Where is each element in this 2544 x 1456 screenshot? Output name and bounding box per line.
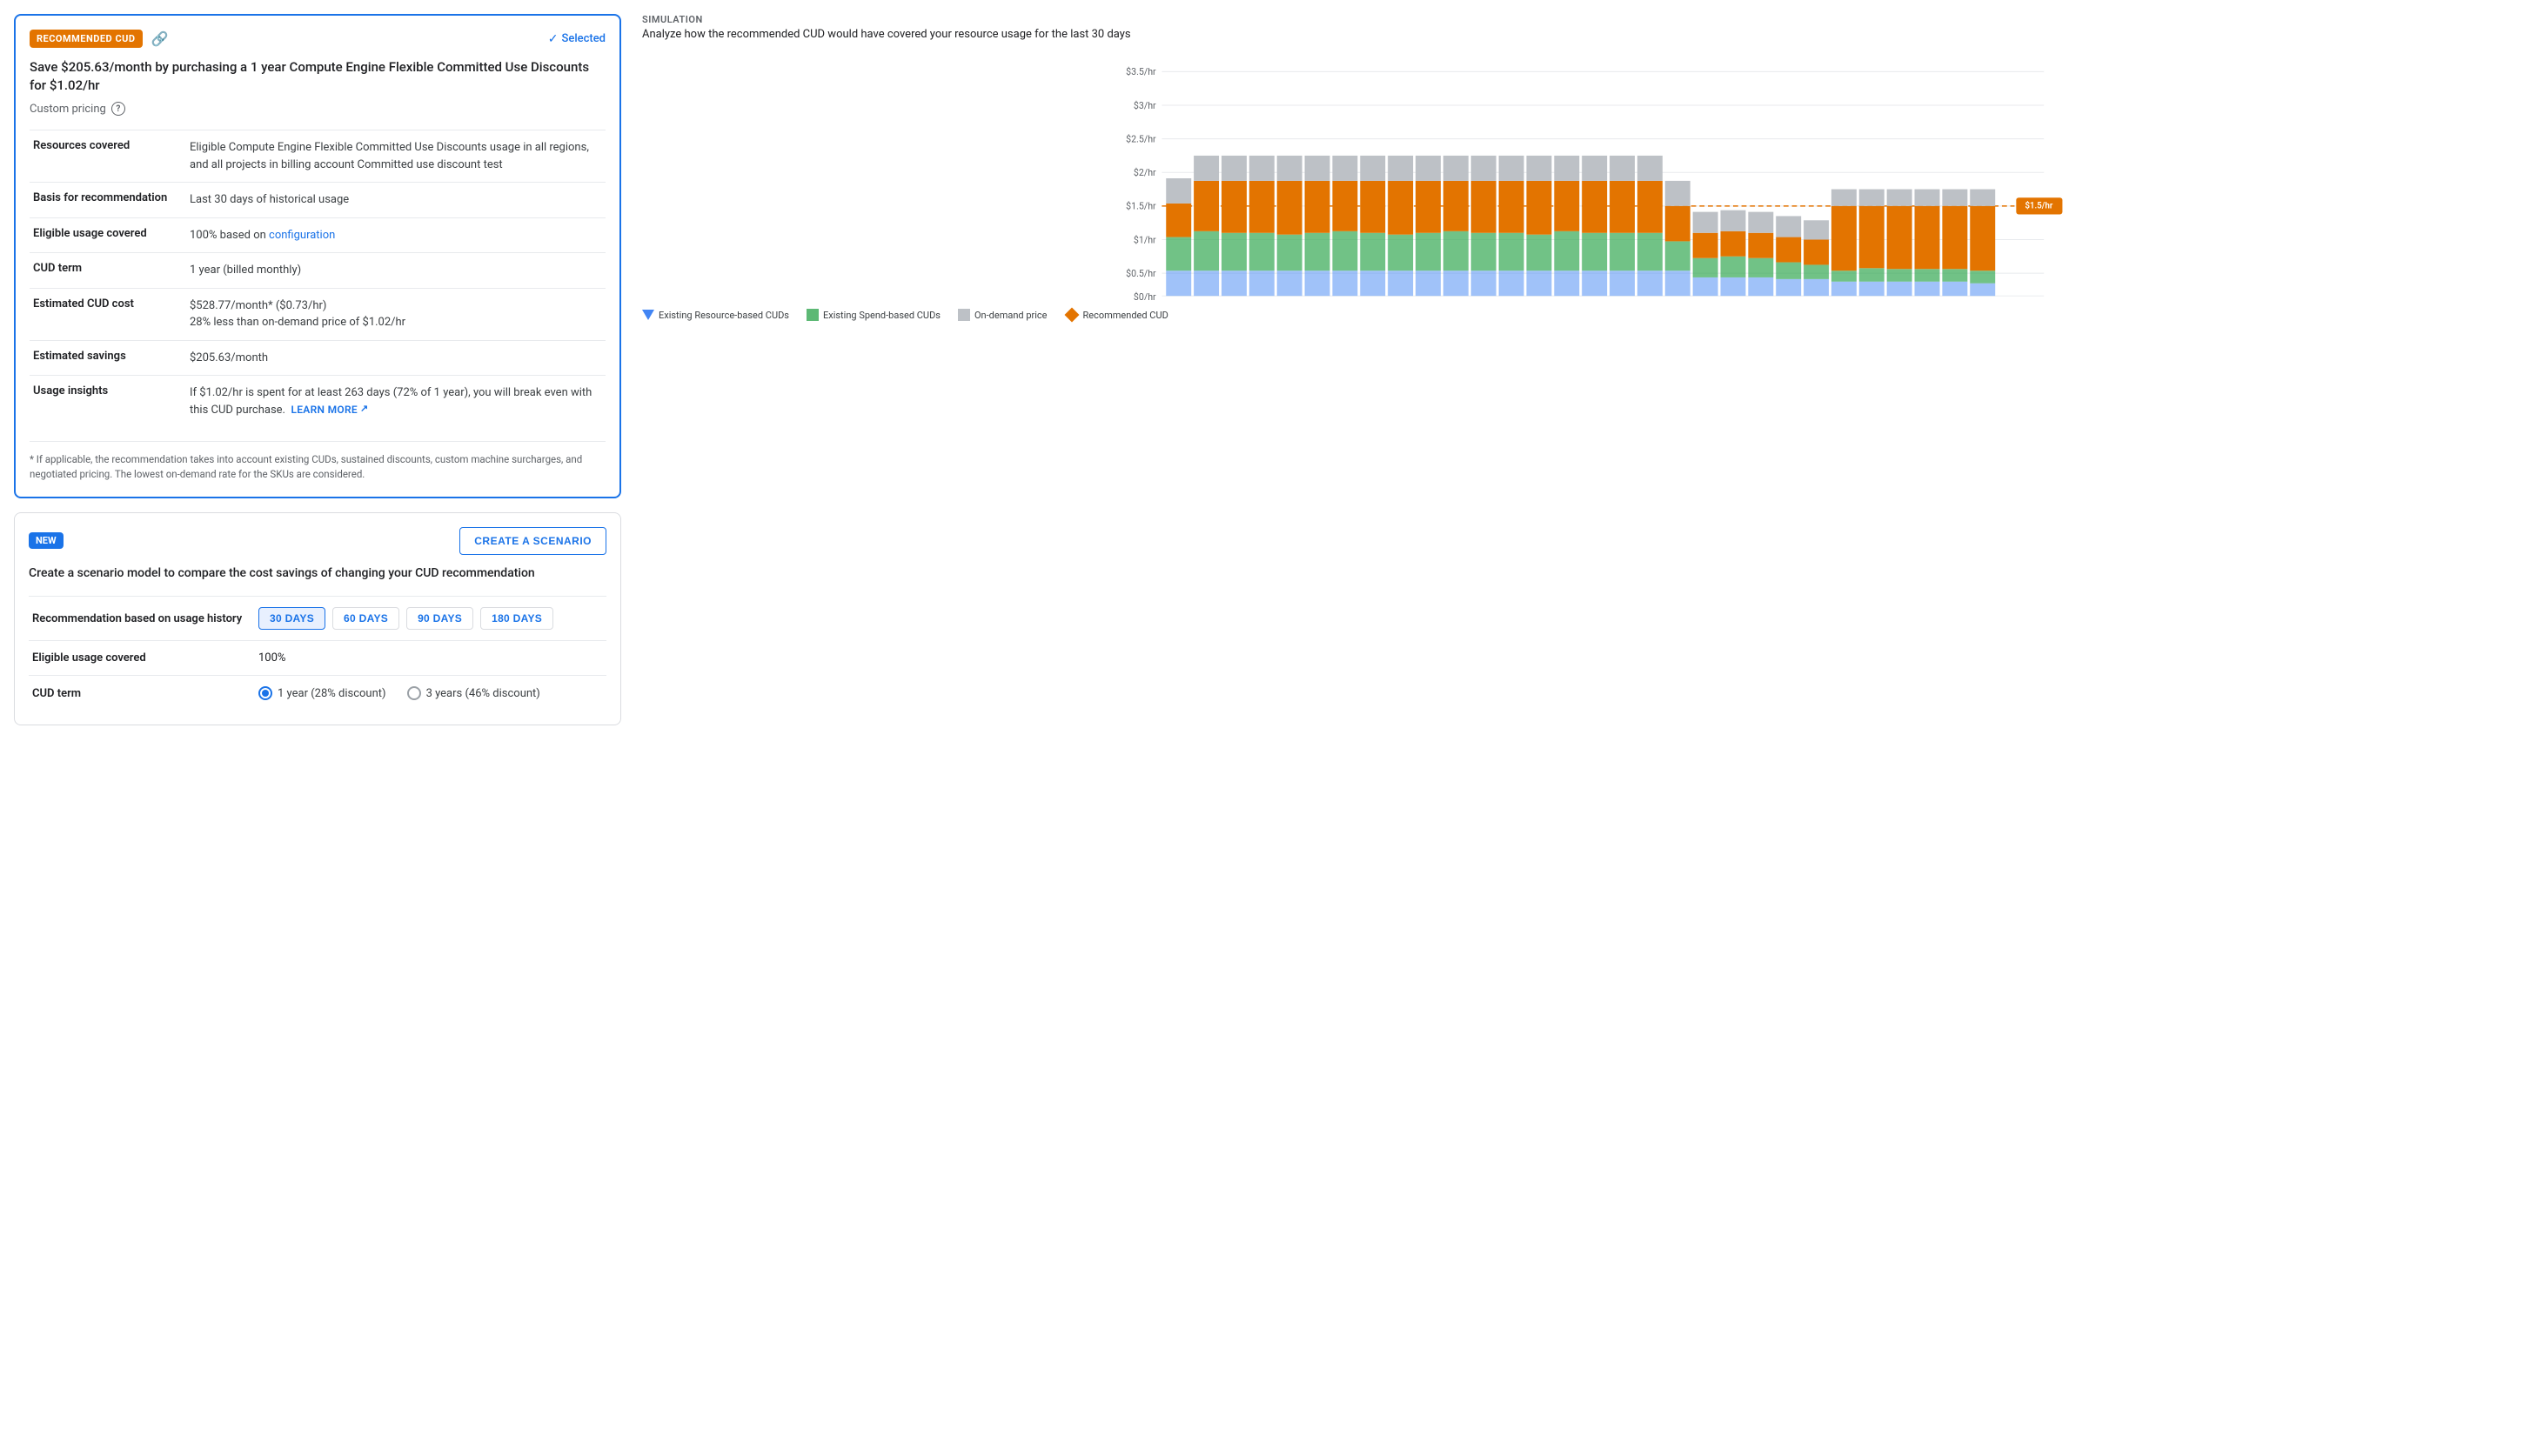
chart-legend: Existing Resource-based CUDs Existing Sp… — [642, 309, 2530, 321]
external-link-icon: ↗ — [360, 402, 369, 417]
radio-label-1year: 1 year (28% discount) — [278, 687, 386, 700]
legend-label-recommended-cud: Recommended CUD — [1083, 310, 1168, 321]
learn-more-link[interactable]: LEARN MORE ↗ — [291, 402, 368, 417]
right-panel: Simulation Analyze how the recommended C… — [635, 0, 2544, 739]
svg-text:$1.5/hr: $1.5/hr — [2025, 202, 2053, 211]
diamond-icon — [1064, 308, 1079, 323]
radio-circle-1year — [258, 686, 272, 700]
row-value: 100% — [255, 641, 606, 676]
radio-option-1year[interactable]: 1 year (28% discount) — [258, 686, 386, 700]
radio-option-3year[interactable]: 3 years (46% discount) — [407, 686, 540, 700]
row-value: 1 year (28% discount) 3 years (46% disco… — [255, 676, 606, 711]
square-icon-gray — [958, 309, 970, 321]
table-row: Eligible usage covered 100% — [29, 641, 606, 676]
selected-label: ✓ Selected — [548, 32, 606, 46]
footnote: * If applicable, the recommendation take… — [30, 441, 606, 483]
row-label: Basis for recommendation — [30, 183, 186, 218]
recommended-badge: RECOMMENDED CUD — [30, 30, 143, 48]
row-label: Eligible usage covered — [29, 641, 255, 676]
table-row: CUD term 1 year (28% discount) 3 years (… — [29, 676, 606, 711]
row-value: 100% based on configuration — [186, 217, 606, 253]
legend-item-spend-cuds: Existing Spend-based CUDs — [807, 309, 941, 321]
legend-item-resource-cuds: Existing Resource-based CUDs — [642, 309, 789, 321]
legend-label-spend-cuds: Existing Spend-based CUDs — [823, 310, 941, 321]
scenario-table: Recommendation based on usage history 30… — [29, 596, 606, 711]
table-row: Resources covered Eligible Compute Engin… — [30, 130, 606, 183]
table-row: Estimated savings $205.63/month — [30, 340, 606, 376]
days-buttons: 30 DAYS 60 DAYS 90 DAYS 180 DAYS — [258, 607, 603, 630]
chart-area: $3.5/hr $3/hr $2.5/hr $2/hr $1.5/hr $1/h… — [642, 57, 2530, 300]
row-label: CUD term — [30, 253, 186, 289]
legend-item-on-demand: On-demand price — [958, 309, 1048, 321]
row-value: 30 DAYS 60 DAYS 90 DAYS 180 DAYS — [255, 597, 606, 641]
row-value: If $1.02/hr is spent for at least 263 da… — [186, 376, 606, 428]
details-table: Resources covered Eligible Compute Engin… — [30, 130, 606, 427]
custom-pricing-label: Custom pricing — [30, 103, 106, 116]
checkmark-icon: ✓ — [548, 32, 559, 46]
row-label: CUD term — [29, 676, 255, 711]
new-badge: NEW — [29, 532, 64, 549]
svg-text:$0.5/hr: $0.5/hr — [1126, 268, 1156, 279]
svg-text:$2/hr: $2/hr — [1134, 167, 1156, 178]
table-row: Usage insights If $1.02/hr is spent for … — [30, 376, 606, 428]
row-value: $205.63/month — [186, 340, 606, 376]
svg-text:$3.5/hr: $3.5/hr — [1126, 66, 1156, 77]
svg-text:$3/hr: $3/hr — [1134, 100, 1156, 111]
svg-text:$1.5/hr: $1.5/hr — [1126, 201, 1156, 212]
row-label: Eligible usage covered — [30, 217, 186, 253]
create-scenario-button[interactable]: CREATE A SCENARIO — [459, 527, 606, 555]
scenario-card: NEW CREATE A SCENARIO Create a scenario … — [14, 512, 621, 726]
row-label: Resources covered — [30, 130, 186, 183]
left-panel: RECOMMENDED CUD 🔗 ✓ Selected Save $205.6… — [0, 0, 635, 739]
scenario-header: NEW CREATE A SCENARIO — [29, 527, 606, 555]
simulation-eyebrow: Simulation — [642, 14, 2530, 25]
row-value: 1 year (billed monthly) — [186, 253, 606, 289]
day-button-30[interactable]: 30 DAYS — [258, 607, 325, 630]
legend-item-recommended-cud: Recommended CUD — [1065, 310, 1168, 321]
row-label: Estimated CUD cost — [30, 288, 186, 340]
card-title: Save $205.63/month by purchasing a 1 yea… — [30, 58, 606, 95]
svg-text:$1/hr: $1/hr — [1134, 235, 1156, 246]
card-header-left: RECOMMENDED CUD 🔗 — [30, 30, 168, 48]
simulation-subtitle: Analyze how the recommended CUD would ha… — [642, 27, 2530, 43]
link-icon[interactable]: 🔗 — [151, 30, 169, 47]
row-value: Eligible Compute Engine Flexible Committ… — [186, 130, 606, 183]
row-value: Last 30 days of historical usage — [186, 183, 606, 218]
triangle-icon — [642, 310, 654, 320]
square-icon-green — [807, 309, 819, 321]
card-header: RECOMMENDED CUD 🔗 ✓ Selected — [30, 30, 606, 48]
day-button-60[interactable]: 60 DAYS — [332, 607, 399, 630]
legend-label-resource-cuds: Existing Resource-based CUDs — [659, 310, 789, 321]
configuration-link[interactable]: configuration — [269, 229, 335, 242]
chart-svg: $3.5/hr $3/hr $2.5/hr $2/hr $1.5/hr $1/h… — [642, 57, 2530, 300]
custom-pricing-row: Custom pricing ? — [30, 102, 606, 116]
row-label: Estimated savings — [30, 340, 186, 376]
day-button-90[interactable]: 90 DAYS — [406, 607, 473, 630]
row-value: $528.77/month* ($0.73/hr) 28% less than … — [186, 288, 606, 340]
row-label: Usage insights — [30, 376, 186, 428]
cud-term-radio-group: 1 year (28% discount) 3 years (46% disco… — [258, 686, 603, 700]
svg-text:$0/hr: $0/hr — [1134, 291, 1156, 300]
table-row: Recommendation based on usage history 30… — [29, 597, 606, 641]
recommendation-card: RECOMMENDED CUD 🔗 ✓ Selected Save $205.6… — [14, 14, 621, 498]
radio-circle-3year — [407, 686, 421, 700]
radio-label-3year: 3 years (46% discount) — [426, 687, 540, 700]
scenario-title: Create a scenario model to compare the c… — [29, 565, 606, 583]
table-row: Basis for recommendation Last 30 days of… — [30, 183, 606, 218]
legend-label-on-demand: On-demand price — [974, 310, 1048, 321]
help-icon[interactable]: ? — [111, 102, 125, 116]
table-row: Estimated CUD cost $528.77/month* ($0.73… — [30, 288, 606, 340]
table-row: Eligible usage covered 100% based on con… — [30, 217, 606, 253]
row-label: Recommendation based on usage history — [29, 597, 255, 641]
table-row: CUD term 1 year (billed monthly) — [30, 253, 606, 289]
svg-text:$2.5/hr: $2.5/hr — [1126, 134, 1156, 145]
day-button-180[interactable]: 180 DAYS — [480, 607, 553, 630]
